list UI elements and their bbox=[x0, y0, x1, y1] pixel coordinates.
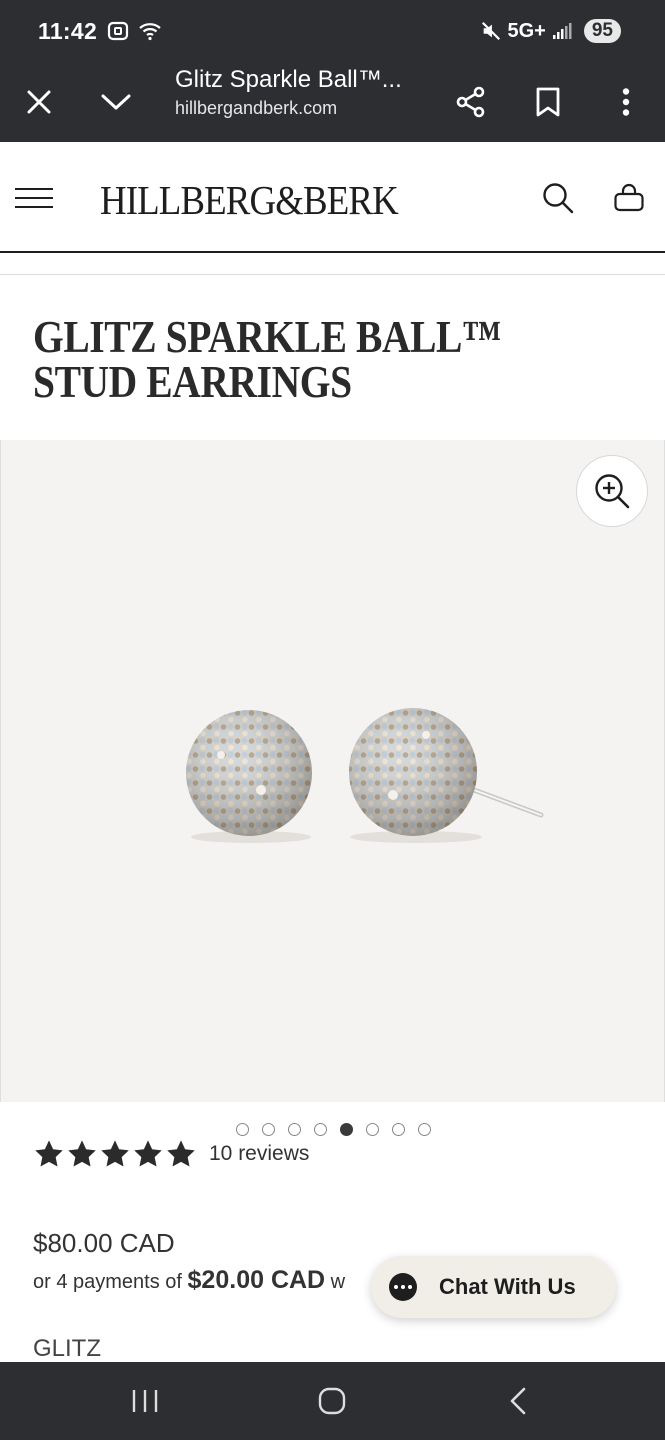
signal-icon bbox=[552, 23, 572, 39]
home-icon bbox=[318, 1387, 346, 1415]
chat-bubble-icon bbox=[389, 1273, 417, 1301]
menu-button[interactable] bbox=[14, 178, 54, 218]
star-icon bbox=[167, 1140, 195, 1167]
home-button[interactable] bbox=[302, 1381, 362, 1421]
recents-button[interactable] bbox=[115, 1381, 175, 1421]
installments-suffix: w bbox=[325, 1271, 346, 1293]
installments-prefix: or 4 payments of bbox=[33, 1271, 188, 1293]
status-time: 11:42 bbox=[38, 18, 98, 44]
reviews-link[interactable]: 10 reviews bbox=[209, 1142, 309, 1166]
url-block[interactable]: Glitz Sparkle Ball™... hillbergandberk.c… bbox=[175, 66, 435, 119]
installment-amount: $20.00 CAD bbox=[187, 1266, 326, 1294]
chevron-down-icon bbox=[101, 94, 131, 110]
mute-icon bbox=[481, 21, 500, 41]
browser-toolbar: Glitz Sparkle Ball™... hillbergandberk.c… bbox=[0, 64, 665, 142]
star-icon bbox=[134, 1140, 162, 1167]
carousel-dot[interactable] bbox=[418, 1123, 431, 1136]
scrolled-strip bbox=[0, 253, 665, 275]
star-icon bbox=[68, 1140, 96, 1167]
page-title: Glitz Sparkle Ball™... bbox=[175, 66, 402, 93]
carousel-dot[interactable] bbox=[392, 1123, 405, 1136]
search-icon bbox=[543, 183, 574, 214]
chat-label: Chat With Us bbox=[439, 1274, 576, 1299]
star-icon bbox=[35, 1140, 63, 1167]
close-icon bbox=[27, 90, 51, 114]
shopping-bag-icon bbox=[614, 183, 644, 212]
chat-button[interactable]: Chat With Us bbox=[371, 1256, 616, 1318]
cart-button[interactable] bbox=[609, 178, 649, 218]
hamburger-menu-icon bbox=[15, 188, 53, 208]
close-tab-button[interactable] bbox=[13, 76, 65, 128]
status-bar: 11:42 5G+ 95 bbox=[0, 0, 665, 64]
product-gallery[interactable] bbox=[0, 440, 665, 1102]
product-title: GLITZ SPARKLE BALL™ STUD EARRINGS bbox=[33, 311, 502, 407]
collapse-button[interactable] bbox=[90, 76, 142, 128]
search-button[interactable] bbox=[538, 178, 578, 218]
installments-text: or 4 payments of $20.00 CAD w bbox=[33, 1266, 345, 1295]
back-icon bbox=[510, 1387, 526, 1415]
more-options-button[interactable] bbox=[600, 76, 652, 128]
collection-name: GLITZ bbox=[33, 1335, 102, 1362]
carousel-dot[interactable] bbox=[288, 1123, 301, 1136]
carousel-dot[interactable] bbox=[366, 1123, 379, 1136]
carousel-dot[interactable] bbox=[236, 1123, 249, 1136]
back-button[interactable] bbox=[488, 1381, 548, 1421]
share-icon bbox=[456, 86, 485, 118]
zoom-button[interactable] bbox=[576, 455, 648, 527]
battery-level: 95 bbox=[583, 19, 621, 43]
product-image bbox=[186, 708, 544, 843]
status-icons bbox=[106, 19, 162, 43]
carousel-dot[interactable] bbox=[314, 1123, 327, 1136]
brand-logo[interactable]: HILLBERG&BERK bbox=[100, 176, 399, 224]
network-label: 5G+ bbox=[507, 19, 546, 42]
star-icon bbox=[101, 1140, 129, 1167]
zoom-in-icon bbox=[595, 474, 630, 509]
site-header: HILLBERG&BERK bbox=[0, 142, 665, 253]
url-host: hillbergandberk.com bbox=[175, 98, 338, 118]
screenshot-icon bbox=[107, 21, 129, 41]
rating-summary[interactable]: 10 reviews bbox=[33, 1138, 309, 1170]
bookmark-icon bbox=[536, 87, 560, 117]
product-price: $80.00 CAD bbox=[33, 1228, 175, 1258]
status-right: 5G+ 95 bbox=[480, 19, 621, 43]
carousel-dots bbox=[236, 1123, 431, 1136]
bookmark-button[interactable] bbox=[522, 76, 574, 128]
carousel-dot[interactable] bbox=[262, 1123, 275, 1136]
star-rating bbox=[33, 1138, 197, 1170]
system-nav-bar bbox=[0, 1362, 665, 1440]
recents-icon bbox=[132, 1390, 158, 1412]
share-button[interactable] bbox=[445, 76, 497, 128]
more-vertical-icon bbox=[622, 88, 630, 116]
carousel-dot[interactable] bbox=[340, 1123, 353, 1136]
wifi-icon bbox=[139, 23, 161, 41]
